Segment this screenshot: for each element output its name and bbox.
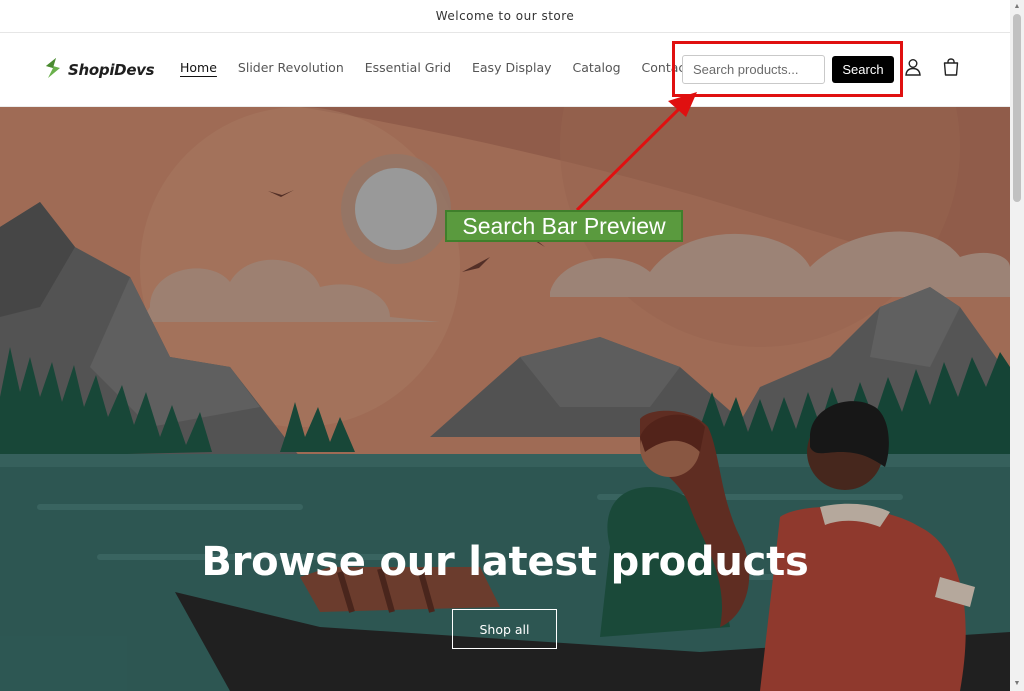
logo-mark-icon [42, 56, 64, 85]
hero-banner: Browse our latest products Shop all [0, 107, 1010, 691]
account-button[interactable] [901, 57, 925, 81]
logo-text: ShopiDevs [68, 61, 155, 79]
annotation-label: Search Bar Preview [445, 210, 683, 242]
scroll-down-icon[interactable]: ▼ [1013, 680, 1021, 688]
hero-illustration [0, 107, 1010, 691]
nav-item-home[interactable]: Home [180, 60, 217, 75]
cart-button[interactable] [939, 57, 963, 81]
search-input[interactable] [682, 55, 825, 84]
search-button[interactable]: Search [832, 56, 894, 83]
shop-all-button[interactable]: Shop all [452, 609, 557, 649]
scroll-up-icon[interactable]: ▲ [1013, 3, 1021, 11]
main-nav: Home Slider Revolution Essential Grid Ea… [180, 60, 711, 75]
nav-item-essential-grid[interactable]: Essential Grid [365, 60, 451, 75]
announcement-text: Welcome to our store [435, 9, 575, 23]
nav-item-slider-revolution[interactable]: Slider Revolution [238, 60, 344, 75]
nav-item-catalog[interactable]: Catalog [573, 60, 621, 75]
user-icon [903, 57, 923, 82]
scroll-thumb[interactable] [1013, 14, 1021, 202]
nav-item-easy-display[interactable]: Easy Display [472, 60, 552, 75]
logo[interactable]: ShopiDevs [42, 56, 155, 85]
hero-title: Browse our latest products [201, 539, 809, 585]
page-scrollbar[interactable]: ▲ ▼ [1010, 0, 1024, 691]
site-header: ShopiDevs Home Slider Revolution Essenti… [0, 33, 1010, 107]
announcement-bar: Welcome to our store [0, 0, 1010, 33]
cart-icon [941, 57, 961, 82]
